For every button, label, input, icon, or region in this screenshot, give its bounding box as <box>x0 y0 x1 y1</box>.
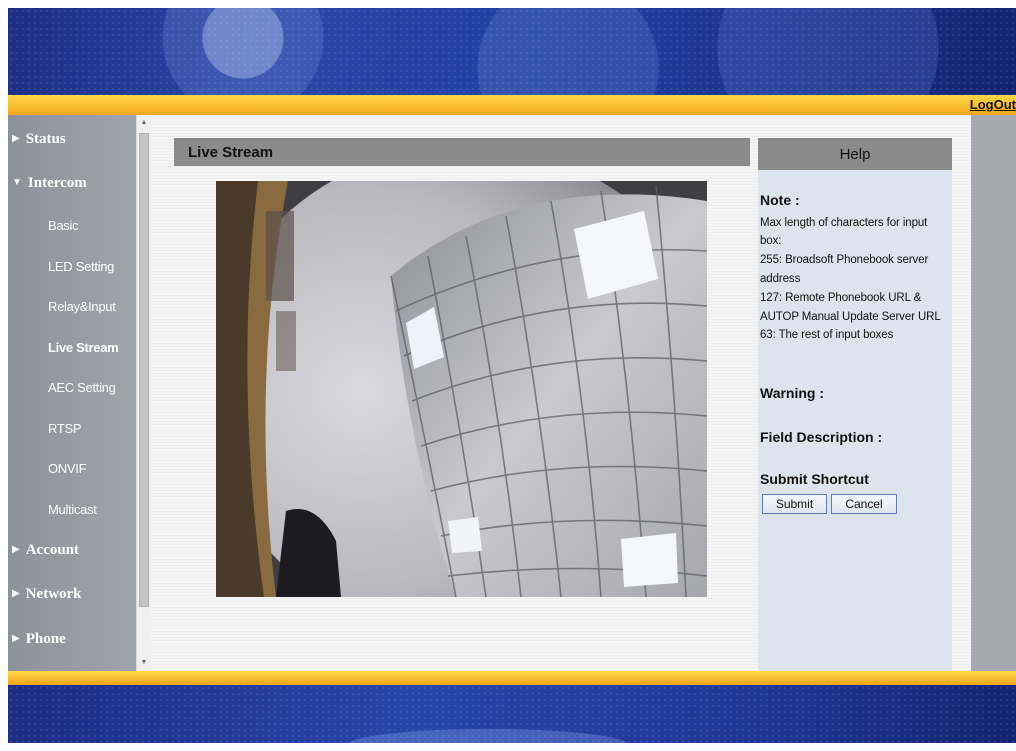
triangle-down-icon: ▼ <box>12 177 22 188</box>
bottom-bar <box>8 671 1016 685</box>
help-note-heading: Note : <box>760 192 800 208</box>
sidebar-item-label: Intercom <box>27 175 87 191</box>
help-note-line: 63: The rest of input boxes <box>760 329 894 341</box>
help-note-line: box: <box>760 235 782 247</box>
help-note-line: 255: Broadsoft Phonebook server <box>760 254 929 266</box>
sidebar: ▶ Status ▼ Intercom Basic LED Setting Rela… <box>8 115 136 671</box>
camera-view-image <box>216 181 707 597</box>
triangle-right-icon: ▶ <box>12 133 20 144</box>
sidebar-item-label: Network <box>25 586 82 602</box>
help-note-line: 127: Remote Phonebook URL & <box>760 292 922 304</box>
help-submit-shortcut-heading: Submit Shortcut <box>760 471 869 487</box>
page-title: Live Stream <box>174 138 750 166</box>
help-note-line: AUTOP Manual Update Server URL <box>760 311 941 323</box>
top-toolbar: LogOut <box>8 95 1016 115</box>
live-stream-video <box>216 181 707 597</box>
sidebar-item-label: Account <box>25 542 80 558</box>
sidebar-item-status[interactable]: ▶ Status <box>12 131 140 148</box>
right-margin <box>971 115 1016 671</box>
sidebar-item-label: Status <box>25 131 66 147</box>
help-note-line: Max length of characters for input <box>760 217 928 229</box>
sidebar-item-phone[interactable]: ▶ Phone <box>12 631 140 648</box>
triangle-right-icon: ▶ <box>12 588 20 599</box>
logout-link[interactable]: LogOut <box>970 97 1016 112</box>
help-field-description-heading: Field Description : <box>760 429 883 445</box>
footer-banner <box>8 685 1016 743</box>
triangle-right-icon: ▶ <box>12 544 20 555</box>
cancel-button[interactable]: Cancel <box>831 494 897 514</box>
sidebar-item-intercom[interactable]: ▼ Intercom <box>12 175 140 192</box>
sidebar-item-account[interactable]: ▶ Account <box>12 542 140 559</box>
scroll-up-icon[interactable]: ▲ <box>137 117 151 129</box>
header-banner <box>8 8 1016 95</box>
scroll-down-icon[interactable]: ▼ <box>137 657 151 669</box>
help-warning-heading: Warning : <box>760 385 825 401</box>
sidebar-scrollbar[interactable]: ▲ ▼ <box>136 115 151 671</box>
help-panel: Note : Max length of characters for inpu… <box>758 170 952 671</box>
scrollbar-thumb[interactable] <box>139 133 149 607</box>
sidebar-item-label: Phone <box>25 631 66 647</box>
help-header: Help <box>758 138 952 170</box>
help-note-line: address <box>760 273 801 285</box>
triangle-right-icon: ▶ <box>12 633 20 644</box>
sidebar-item-network[interactable]: ▶ Network <box>12 586 140 603</box>
submit-button[interactable]: Submit <box>762 494 827 514</box>
